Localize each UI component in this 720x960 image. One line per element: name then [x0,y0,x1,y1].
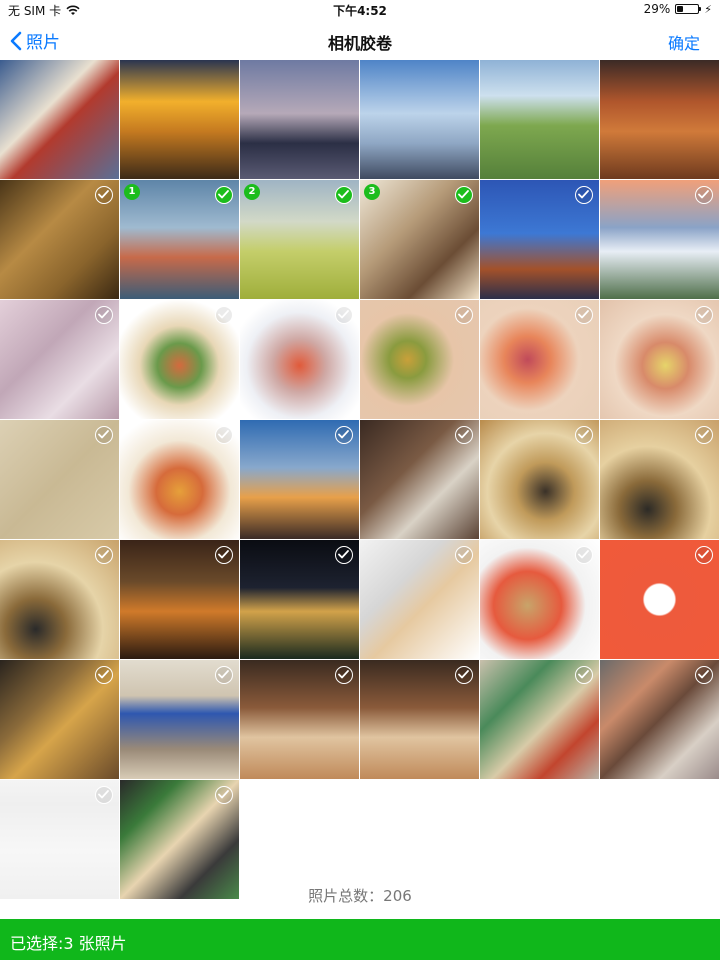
battery-icon [675,4,702,14]
photo-thumbnail[interactable] [600,300,719,419]
photo-thumbnail[interactable] [600,60,719,179]
photo-thumbnail[interactable] [600,180,719,299]
checkmark-selected-icon[interactable] [455,186,473,204]
photo-thumbnail[interactable] [240,60,359,179]
selection-order-badge: 1 [124,184,140,200]
photo-thumbnail[interactable] [120,420,239,539]
photo-thumbnail[interactable] [600,660,719,779]
photo-thumbnail[interactable] [120,300,239,419]
checkmark-icon[interactable] [215,426,233,444]
checkmark-icon[interactable] [215,546,233,564]
status-time: 下午4:52 [333,4,387,18]
photo-count: 照片总数：206 [308,887,412,905]
checkmark-icon[interactable] [695,666,713,684]
checkmark-icon[interactable] [95,666,113,684]
checkmark-icon[interactable] [95,186,113,204]
checkmark-icon[interactable] [455,666,473,684]
photo-thumbnail[interactable] [0,300,119,419]
charging-icon: ⚡ [704,2,712,16]
photo-thumbnail[interactable] [360,60,479,179]
photo-thumbnail[interactable] [0,420,119,539]
photo-thumbnail[interactable] [120,540,239,659]
photo-thumbnail[interactable] [0,180,119,299]
checkmark-icon[interactable] [335,666,353,684]
photo-thumbnail[interactable] [480,300,599,419]
checkmark-icon[interactable] [575,666,593,684]
navigation-bar: 照片 相机胶卷 确定 [0,20,720,60]
photo-thumbnail[interactable] [0,660,119,779]
photo-thumbnail[interactable] [360,300,479,419]
selection-bar: 已选择:3 张照片 [0,919,720,960]
page-title: 相机胶卷 [327,34,392,53]
checkmark-icon[interactable] [95,426,113,444]
selection-order-badge: 3 [364,184,380,200]
checkmark-icon[interactable] [95,786,113,804]
battery-percent: 29% [643,2,671,16]
checkmark-icon[interactable] [455,426,473,444]
checkmark-icon[interactable] [575,186,593,204]
checkmark-icon[interactable] [695,306,713,324]
checkmark-icon[interactable] [455,546,473,564]
selection-order-badge: 2 [244,184,260,200]
checkmark-icon[interactable] [695,546,713,564]
photo-thumbnail[interactable] [360,420,479,539]
photo-thumbnail[interactable] [0,60,119,179]
photo-thumbnail[interactable] [240,540,359,659]
checkmark-selected-icon[interactable] [335,186,353,204]
photo-thumbnail[interactable] [120,660,239,779]
photo-thumbnail[interactable] [240,660,359,779]
photo-thumbnail[interactable] [120,60,239,179]
photo-thumbnail[interactable] [120,780,239,899]
photo-thumbnail[interactable]: 1 [120,180,239,299]
checkmark-icon[interactable] [215,306,233,324]
photo-thumbnail[interactable] [0,780,119,899]
photo-thumbnail[interactable] [0,540,119,659]
checkmark-icon[interactable] [215,666,233,684]
selected-count-label: 已选择:3 张照片 [10,934,127,953]
checkmark-icon[interactable] [95,306,113,324]
checkmark-icon[interactable] [95,546,113,564]
checkmark-selected-icon[interactable] [215,186,233,204]
checkmark-icon[interactable] [455,306,473,324]
checkmark-icon[interactable] [575,546,593,564]
photo-thumbnail[interactable] [240,420,359,539]
confirm-button[interactable]: 确定 [668,30,700,54]
photo-thumbnail[interactable]: 3 [360,180,479,299]
photo-thumbnail[interactable] [600,540,719,659]
photo-thumbnail[interactable] [240,300,359,419]
checkmark-icon[interactable] [695,186,713,204]
photo-thumbnail[interactable] [480,660,599,779]
status-right: 29% ⚡ [644,2,712,16]
checkmark-icon[interactable] [335,546,353,564]
checkmark-icon[interactable] [695,426,713,444]
photo-thumbnail[interactable] [360,540,479,659]
checkmark-icon[interactable] [335,306,353,324]
photo-thumbnail[interactable] [600,420,719,539]
photo-thumbnail[interactable] [480,420,599,539]
checkmark-icon[interactable] [575,306,593,324]
photo-thumbnail[interactable] [480,180,599,299]
photo-thumbnail[interactable]: 2 [240,180,359,299]
checkmark-icon[interactable] [575,426,593,444]
checkmark-icon[interactable] [215,786,233,804]
photo-thumbnail[interactable] [360,660,479,779]
checkmark-icon[interactable] [335,426,353,444]
photo-thumbnail[interactable] [480,540,599,659]
battery-level [677,6,684,12]
status-bar: 无 SIM 卡 下午4:52 29% ⚡ [0,0,720,20]
photo-thumbnail[interactable] [480,60,599,179]
